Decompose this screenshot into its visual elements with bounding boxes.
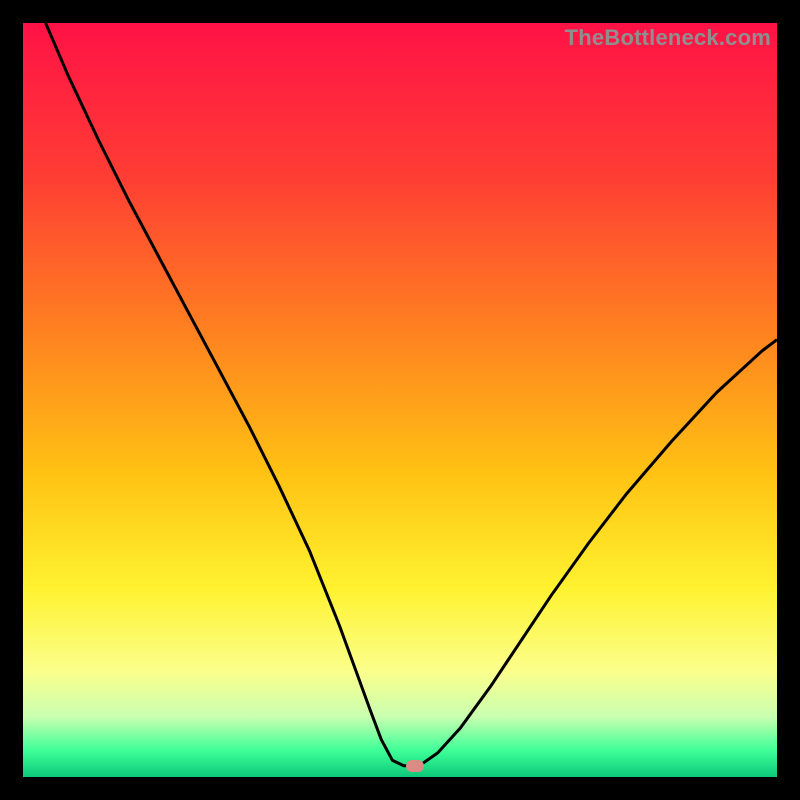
- bottleneck-curve: [46, 23, 777, 766]
- curve-layer: [23, 23, 777, 777]
- outer-frame: TheBottleneck.com: [0, 0, 800, 800]
- optimum-marker: [406, 760, 424, 772]
- watermark-text: TheBottleneck.com: [565, 25, 771, 51]
- plot-area: TheBottleneck.com: [23, 23, 777, 777]
